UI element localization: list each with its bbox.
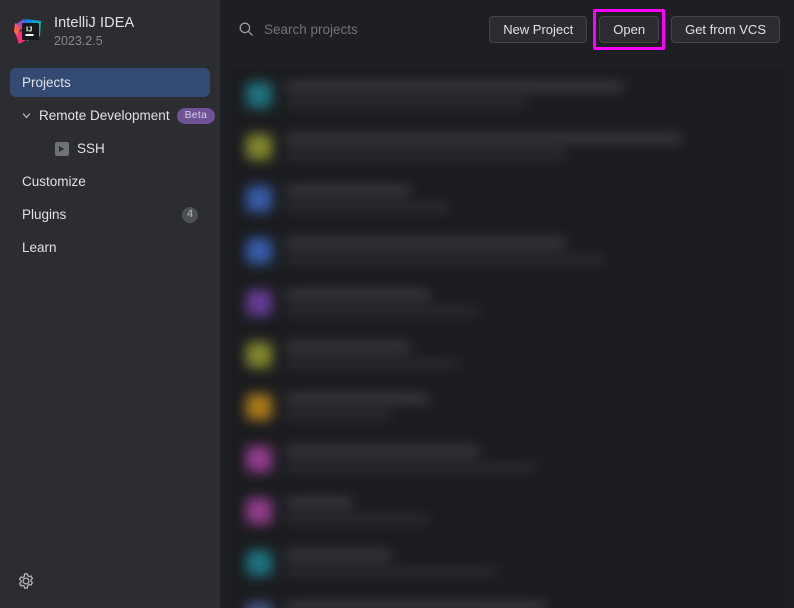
project-name-redacted (285, 394, 430, 403)
project-list-item[interactable] (232, 70, 783, 122)
app-title: IntelliJ IDEA (54, 15, 134, 32)
project-list-item[interactable] (232, 590, 783, 608)
project-list-item[interactable] (232, 486, 783, 538)
project-path-redacted (285, 568, 498, 575)
project-meta (285, 548, 769, 575)
project-name-redacted (285, 134, 682, 143)
get-from-vcs-button[interactable]: Get from VCS (671, 16, 780, 43)
project-list-item[interactable] (232, 434, 783, 486)
project-name-redacted (285, 342, 411, 351)
project-name-redacted (285, 550, 391, 559)
project-meta (285, 184, 769, 211)
main-area: New Project Open Get from VCS (220, 0, 794, 608)
project-list-item[interactable] (232, 330, 783, 382)
sidebar: IJ IntelliJ IDEA 2023.2.5 Projects Remot (0, 0, 220, 608)
project-name-redacted (285, 446, 479, 455)
toolbar: New Project Open Get from VCS (220, 0, 794, 58)
project-path-redacted (285, 204, 450, 211)
toolbar-buttons: New Project Open Get from VCS (489, 16, 780, 43)
project-name-redacted (285, 498, 353, 507)
project-meta (285, 444, 769, 471)
project-name-redacted (285, 82, 624, 91)
sidebar-item-learn[interactable]: Learn (10, 233, 210, 262)
intellij-idea-logo-icon: IJ (13, 17, 43, 47)
project-avatar-icon (246, 290, 272, 316)
gear-icon (17, 577, 35, 594)
project-path-redacted (285, 516, 430, 523)
settings-gear-button[interactable] (17, 572, 35, 590)
project-avatar-icon (246, 394, 272, 420)
project-name-redacted (285, 290, 430, 299)
search-icon (238, 21, 254, 37)
sidebar-item-plugins[interactable]: Plugins 4 (10, 200, 210, 229)
sidebar-item-label: SSH (77, 141, 198, 156)
ssh-terminal-icon (55, 142, 69, 156)
project-avatar-icon (246, 498, 272, 524)
project-meta (285, 288, 769, 315)
sidebar-nav: Projects Remote Development Beta SSH Cus… (0, 68, 220, 262)
project-list-item[interactable] (232, 122, 783, 174)
project-meta (285, 80, 769, 107)
project-avatar-icon (246, 602, 272, 608)
project-path-redacted (285, 308, 479, 315)
app-brand: IJ IntelliJ IDEA 2023.2.5 (0, 0, 220, 44)
open-button[interactable]: Open (599, 16, 659, 43)
project-list-item[interactable] (232, 278, 783, 330)
sidebar-item-label: Customize (22, 174, 198, 189)
project-avatar-icon (246, 446, 272, 472)
sidebar-item-label: Learn (22, 240, 198, 255)
project-list-item[interactable] (232, 538, 783, 590)
get-from-vcs-button-wrap: Get from VCS (671, 16, 780, 43)
sidebar-item-label: Plugins (22, 207, 182, 222)
welcome-screen: IJ IntelliJ IDEA 2023.2.5 Projects Remot (0, 0, 794, 608)
project-avatar-icon (246, 134, 272, 160)
project-meta (285, 600, 769, 608)
project-avatar-icon (246, 550, 272, 576)
sidebar-item-label: Projects (22, 75, 198, 90)
project-path-redacted (285, 412, 391, 419)
svg-text:IJ: IJ (26, 25, 32, 34)
app-version: 2023.2.5 (54, 33, 134, 49)
plugins-update-count-badge: 4 (182, 207, 198, 223)
project-list-item[interactable] (232, 226, 783, 278)
project-avatar-icon (246, 238, 272, 264)
search-input[interactable] (264, 22, 489, 37)
sidebar-item-remote-development[interactable]: Remote Development Beta (10, 101, 210, 130)
sidebar-item-projects[interactable]: Projects (10, 68, 210, 97)
project-meta (285, 340, 769, 367)
project-avatar-icon (246, 82, 272, 108)
recent-projects-list[interactable] (232, 70, 783, 608)
project-list-item[interactable] (232, 382, 783, 434)
project-path-redacted (285, 256, 604, 263)
project-meta (285, 496, 769, 523)
sidebar-item-label: Remote Development (39, 108, 170, 123)
project-avatar-icon (246, 342, 272, 368)
sidebar-item-ssh[interactable]: SSH (10, 134, 210, 163)
chevron-down-icon (20, 109, 33, 122)
new-project-button-wrap: New Project (489, 16, 587, 43)
beta-badge: Beta (177, 108, 215, 124)
project-name-redacted (285, 186, 411, 195)
project-meta (285, 392, 769, 419)
open-button-wrap: Open (599, 16, 659, 43)
project-path-redacted (285, 100, 527, 107)
project-path-redacted (285, 464, 537, 471)
project-name-redacted (285, 238, 566, 247)
project-list-item[interactable] (232, 174, 783, 226)
search-projects-field[interactable] (234, 14, 489, 44)
project-path-redacted (285, 360, 459, 367)
project-name-redacted (285, 602, 546, 608)
new-project-button[interactable]: New Project (489, 16, 587, 43)
project-meta (285, 132, 769, 159)
project-path-redacted (285, 152, 566, 159)
project-avatar-icon (246, 186, 272, 212)
recent-projects-panel (232, 70, 783, 608)
project-meta (285, 236, 769, 263)
sidebar-item-customize[interactable]: Customize (10, 167, 210, 196)
